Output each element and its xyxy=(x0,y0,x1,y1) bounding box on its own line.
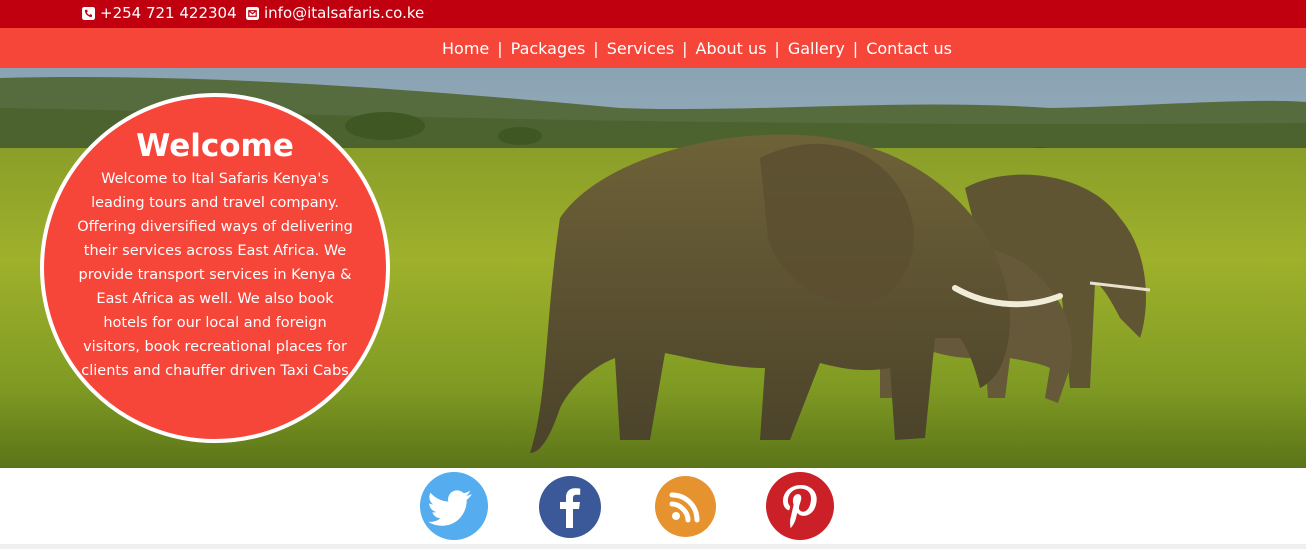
rss-link[interactable] xyxy=(655,476,716,537)
nav-menu: Home | Packages | Services | About us | … xyxy=(442,28,952,68)
envelope-icon xyxy=(246,7,259,20)
nav-about-us[interactable]: About us xyxy=(696,39,767,58)
welcome-text: Welcome to Ital Safaris Kenya's leading … xyxy=(77,171,353,379)
footer-strip xyxy=(0,544,1306,549)
phone-icon xyxy=(82,7,95,20)
top-contact-bar: +254 721 422304 info@italsafaris.co.ke xyxy=(0,0,1306,28)
nav-separator: | xyxy=(774,38,780,58)
rss-icon xyxy=(655,476,716,537)
pinterest-icon xyxy=(766,472,834,540)
nav-gallery[interactable]: Gallery xyxy=(788,39,845,58)
nav-separator: | xyxy=(852,38,859,58)
nav-packages[interactable]: Packages xyxy=(511,39,586,58)
facebook-link[interactable] xyxy=(539,476,601,538)
twitter-icon xyxy=(420,472,488,540)
welcome-circle: Welcome Welcome to Ital Safaris Kenya's … xyxy=(40,93,390,443)
nav-contact-us[interactable]: Contact us xyxy=(866,39,952,58)
main-navbar: Home | Packages | Services | About us | … xyxy=(0,28,1306,68)
email-contact[interactable]: info@italsafaris.co.ke xyxy=(246,6,424,21)
welcome-title: Welcome xyxy=(136,128,294,164)
nav-separator: | xyxy=(593,38,599,58)
nav-services[interactable]: Services xyxy=(607,39,674,58)
email-address: info@italsafaris.co.ke xyxy=(264,4,425,22)
facebook-icon xyxy=(539,476,601,538)
phone-contact[interactable]: +254 721 422304 xyxy=(82,6,237,21)
nav-separator: | xyxy=(682,38,688,58)
phone-number: +254 721 422304 xyxy=(100,4,237,22)
nav-separator: | xyxy=(497,38,503,58)
pinterest-link[interactable] xyxy=(766,472,834,540)
twitter-link[interactable] xyxy=(420,472,488,540)
social-links xyxy=(0,468,1306,544)
nav-home[interactable]: Home xyxy=(442,39,489,58)
